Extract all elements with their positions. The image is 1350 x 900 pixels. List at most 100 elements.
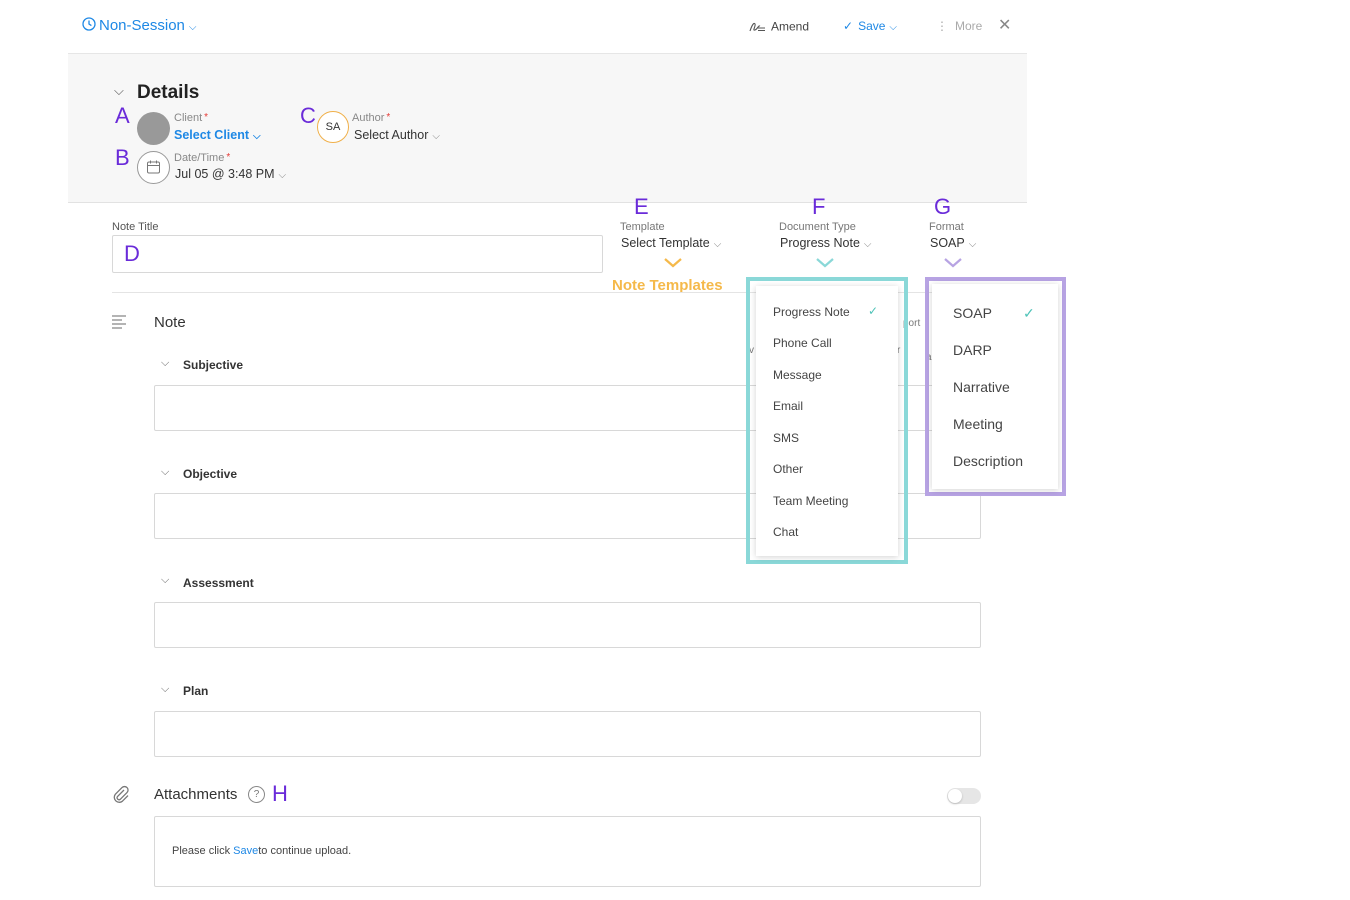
chevron-down-icon: ⌵: [432, 131, 440, 142]
annotation-marker-b: B: [115, 145, 130, 170]
datetime-label-wrap: Date/Time *: [174, 152, 230, 164]
option-label: Email: [773, 399, 804, 413]
section-collapse-icon[interactable]: ⌵: [161, 683, 169, 696]
toggle-knob: [948, 789, 962, 803]
annotation-marker-c: C: [300, 103, 316, 128]
annotation-marker-e: E: [634, 194, 649, 219]
note-label: Note: [154, 314, 186, 331]
template-label: Template: [620, 221, 665, 233]
format-option[interactable]: Description: [932, 453, 1058, 469]
annotation-marker-h: H: [272, 781, 288, 806]
document-type-option[interactable]: Progress Note ✓: [756, 304, 898, 319]
option-label: Progress Note: [773, 305, 850, 319]
author-label: Author: [352, 112, 385, 124]
more-label: More: [955, 19, 983, 33]
lavender-chevron-icon: [943, 256, 963, 274]
chevron-down-icon: ⌵: [889, 22, 898, 33]
clock-icon: [82, 17, 96, 35]
option-label: SOAP: [953, 305, 992, 321]
option-label: SMS: [773, 431, 800, 445]
upload-message-prefix: Please click: [172, 845, 231, 857]
client-label-wrap: Client *: [174, 112, 208, 124]
document-type-label: Document Type: [779, 221, 856, 233]
check-icon: ✓: [843, 19, 854, 33]
chevron-down-icon: ⌵: [713, 239, 722, 250]
annotation-marker-f: F: [812, 194, 826, 219]
note-title-input[interactable]: [112, 235, 603, 273]
format-menu: SOAP ✓ DARP Narrative Meeting Descriptio…: [932, 284, 1058, 489]
format-option[interactable]: Meeting: [932, 416, 1058, 432]
save-button[interactable]: ✓ Save ⌵: [843, 19, 897, 33]
select-client-dropdown[interactable]: Select Client ⌵: [174, 128, 261, 142]
teal-chevron-icon: [815, 256, 835, 274]
note-title-label: Note Title: [112, 221, 159, 233]
required-mark: *: [204, 112, 209, 123]
document-type-option[interactable]: Message: [756, 368, 898, 382]
calendar-icon[interactable]: [137, 151, 170, 184]
check-icon: ✓: [868, 304, 879, 318]
upload-message: Please click Saveto continue upload.: [172, 845, 351, 857]
option-label: Description: [953, 453, 1024, 469]
document-type-value: Progress Note: [780, 236, 860, 250]
annotation-marker-a: A: [115, 103, 130, 128]
signature-icon: [748, 19, 766, 36]
datetime-label: Date/Time: [174, 152, 225, 164]
orange-chevron-icon: [663, 256, 683, 274]
option-label: Meeting: [953, 416, 1003, 432]
session-type-dropdown[interactable]: Non-Session ⌵: [82, 17, 196, 35]
close-icon[interactable]: ✕: [998, 15, 1011, 35]
select-author-dropdown[interactable]: Select Author ⌵: [354, 128, 440, 142]
chevron-down-icon: ⌵: [968, 239, 977, 250]
document-type-option[interactable]: Other: [756, 462, 898, 476]
details-collapse-icon[interactable]: ⌵: [114, 83, 124, 99]
document-type-option[interactable]: Chat: [756, 525, 898, 539]
template-dropdown[interactable]: Select Template ⌵: [621, 236, 721, 250]
document-type-dropdown[interactable]: Progress Note ⌵: [780, 236, 872, 250]
document-type-option[interactable]: Team Meeting: [756, 494, 898, 508]
datetime-dropdown[interactable]: Jul 05 @ 3:48 PM ⌵: [175, 167, 286, 181]
option-label: Phone Call: [773, 336, 832, 350]
document-type-option[interactable]: Email: [756, 399, 898, 413]
section-title-plan: Plan: [183, 684, 209, 698]
attachments-dropzone[interactable]: Please click Saveto continue upload.: [154, 816, 981, 887]
format-option[interactable]: DARP: [932, 342, 1058, 358]
section-title-objective: Objective: [183, 467, 238, 481]
format-dropdown[interactable]: SOAP ⌵: [930, 236, 976, 250]
more-button[interactable]: ⋮ More: [936, 19, 982, 33]
client-value: Select Client: [174, 128, 250, 142]
amend-label: Amend: [771, 19, 810, 34]
document-type-option[interactable]: SMS: [756, 431, 898, 445]
more-vertical-icon: ⋮: [936, 19, 948, 33]
amend-button[interactable]: Amend: [748, 19, 809, 36]
session-type-label: Non-Session: [99, 17, 185, 34]
section-collapse-icon[interactable]: ⌵: [161, 357, 169, 370]
option-label: Other: [773, 462, 804, 476]
plan-textarea[interactable]: [154, 711, 981, 757]
document-type-option[interactable]: Phone Call: [756, 336, 898, 350]
datetime-value: Jul 05 @ 3:48 PM: [175, 167, 275, 181]
author-label-wrap: Author *: [352, 112, 390, 124]
annotation-marker-g: G: [934, 194, 952, 219]
section-collapse-icon[interactable]: ⌵: [161, 574, 169, 587]
section-title-assessment: Assessment: [183, 576, 254, 590]
required-mark: *: [226, 152, 231, 163]
help-circle-icon[interactable]: ?: [248, 786, 265, 803]
section-collapse-icon[interactable]: ⌵: [161, 466, 169, 479]
assessment-textarea[interactable]: [154, 602, 981, 648]
document-type-menu: Progress Note ✓ Phone Call Message Email…: [756, 286, 898, 556]
upload-message-suffix: to continue upload.: [258, 845, 352, 857]
details-panel: ⌵ Details Client * Select Client ⌵ SA Auth…: [68, 54, 1027, 203]
option-label: Message: [773, 368, 822, 382]
option-label: DARP: [953, 342, 992, 358]
format-value: SOAP: [930, 236, 965, 250]
format-option[interactable]: SOAP ✓: [932, 305, 1058, 321]
upload-save-link[interactable]: Save: [233, 845, 258, 857]
author-value: Select Author: [354, 128, 429, 142]
attachments-toggle[interactable]: [947, 788, 981, 804]
annotation-marker-d: D: [124, 241, 140, 266]
author-avatar: SA: [317, 111, 349, 143]
format-option[interactable]: Narrative: [932, 379, 1058, 395]
chevron-down-icon: ⌵: [278, 170, 287, 181]
chevron-down-icon: ⌵: [253, 131, 261, 142]
option-label: Narrative: [953, 379, 1010, 395]
